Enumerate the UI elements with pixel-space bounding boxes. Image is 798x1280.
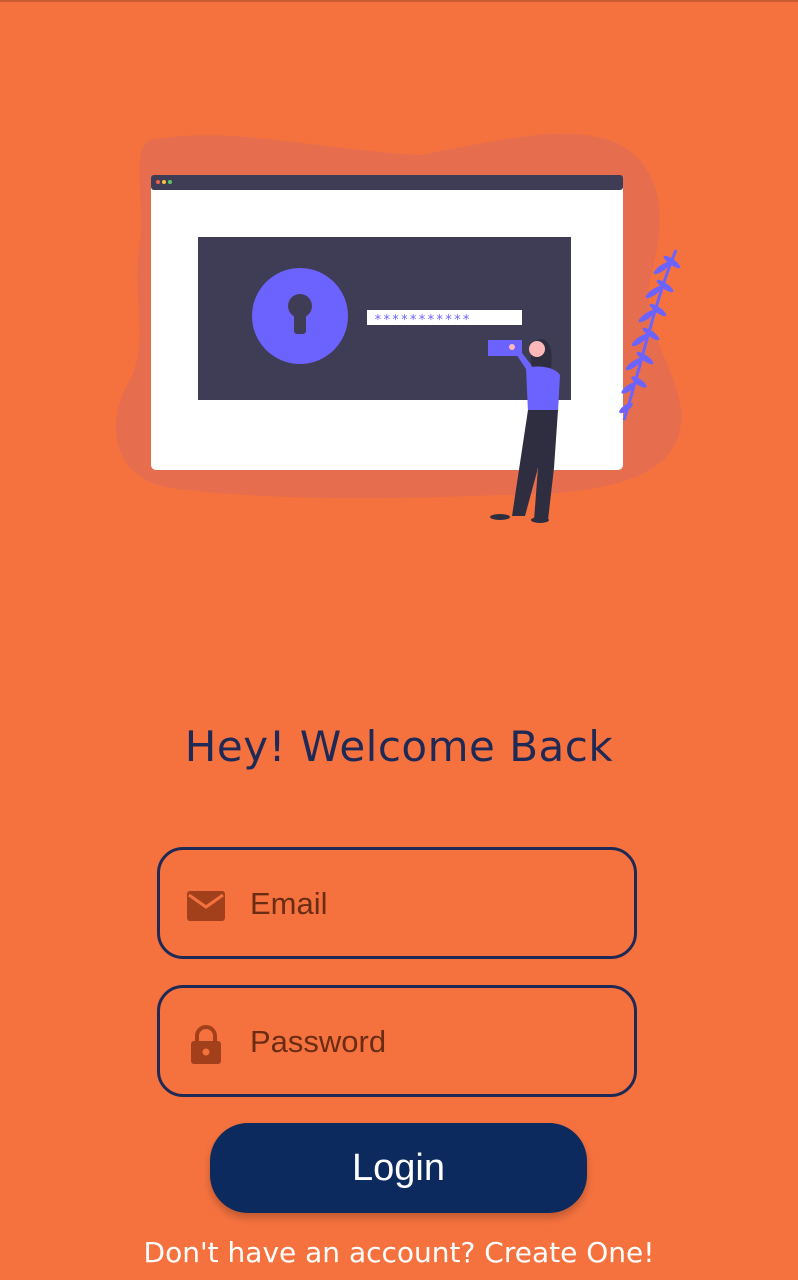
top-divider xyxy=(0,0,798,2)
signup-prompt: Don't have an account? Create One! xyxy=(0,1236,798,1269)
window-dot-red xyxy=(156,180,160,184)
mail-icon xyxy=(187,891,225,921)
window-dot-green xyxy=(168,180,172,184)
email-input[interactable] xyxy=(250,878,610,930)
password-field-container[interactable] xyxy=(157,985,637,1097)
browser-titlebar xyxy=(151,175,623,190)
signup-prompt-text: Don't have an account? xyxy=(143,1236,476,1269)
password-input[interactable] xyxy=(250,1016,610,1068)
login-illustration: *********** xyxy=(115,133,682,523)
lock-icon xyxy=(191,1025,221,1064)
window-dot-yellow xyxy=(162,180,166,184)
email-field-container[interactable] xyxy=(157,847,637,959)
illustration-masked-password: *********** xyxy=(374,313,471,328)
page-title: Hey! Welcome Back xyxy=(184,722,614,771)
login-button[interactable]: Login xyxy=(210,1123,587,1213)
create-account-link[interactable]: Create One! xyxy=(484,1236,654,1269)
